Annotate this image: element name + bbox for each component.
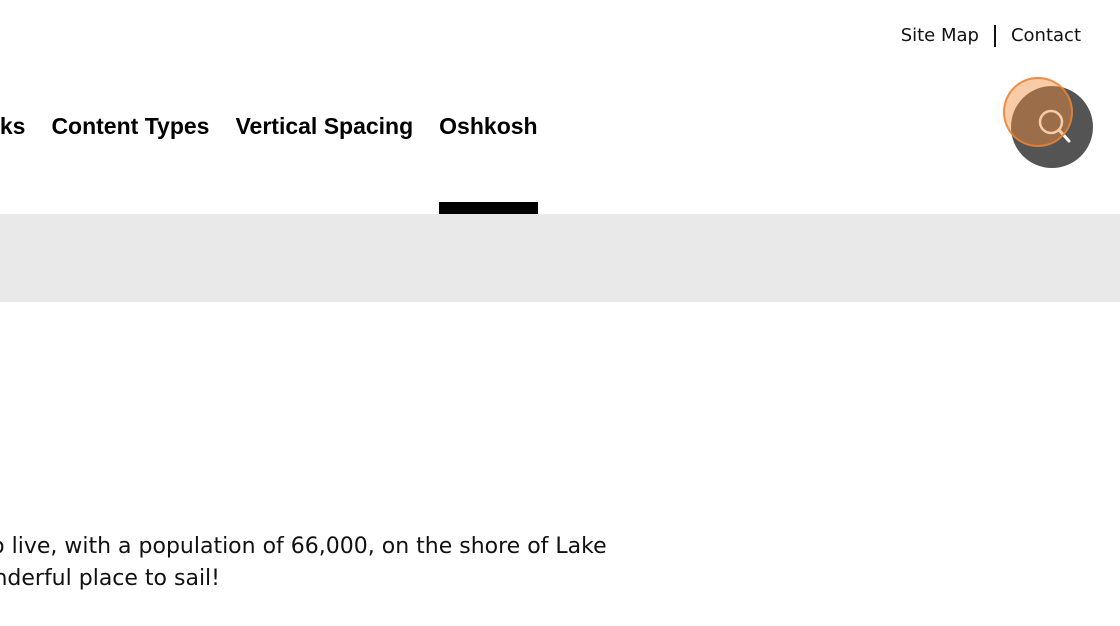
search-button[interactable] (1011, 86, 1093, 168)
nav-item-oshkosh[interactable]: Oshkosh (439, 108, 539, 214)
contact-link[interactable]: Contact (1011, 24, 1081, 48)
utility-divider (993, 25, 996, 47)
nav-item-blocks[interactable]: Blocks (0, 108, 25, 144)
search-icon (1038, 109, 1071, 143)
utility-nav: Site Map Contact (901, 24, 1081, 48)
nav-item-content-types[interactable]: Content Types (51, 108, 209, 144)
site-map-link[interactable]: Site Map (901, 24, 979, 48)
body-line-1: e to live, with a population of 66,000, … (0, 534, 607, 559)
body-line-2: wonderful place to sail! (0, 566, 220, 591)
main-nav: Blocks Content Types Vertical Spacing Os… (0, 108, 564, 214)
body-paragraph: e to live, with a population of 66,000, … (0, 531, 662, 595)
page-banner (0, 214, 1120, 302)
nav-item-vertical-spacing[interactable]: Vertical Spacing (235, 108, 413, 144)
